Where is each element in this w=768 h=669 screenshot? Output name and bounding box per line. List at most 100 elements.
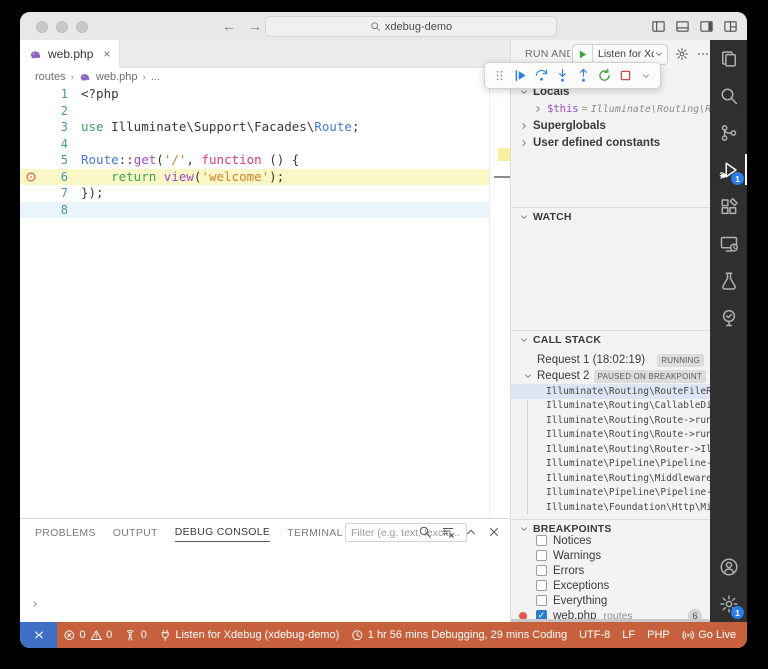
- close-panel-icon[interactable]: [487, 525, 501, 539]
- stack-frame[interactable]: Illuminate\Routing\Route->runR: [511, 428, 710, 443]
- status-language-mode[interactable]: PHP: [641, 629, 676, 641]
- code-line-1[interactable]: 1<?php: [20, 86, 490, 103]
- status-problems[interactable]: 00: [57, 629, 118, 642]
- launch-config-label[interactable]: Listen for Xd: [593, 48, 654, 60]
- breakpoint-gutter[interactable]: [20, 171, 42, 183]
- breadcrumb-symbol[interactable]: ...: [151, 71, 160, 83]
- code-line-5[interactable]: 5Route::get('/', function () {: [20, 152, 490, 169]
- activity-explorer[interactable]: [710, 40, 747, 77]
- breadcrumb[interactable]: routes › web.php › ...: [20, 68, 510, 86]
- user-constants-row[interactable]: User defined constants: [511, 135, 710, 151]
- debug-session-row[interactable]: Request 1 (18:02:19) RUNNING: [511, 352, 710, 368]
- breakpoint-checkbox[interactable]: [536, 595, 547, 606]
- call-stack-section-header[interactable]: CALL STACK: [511, 331, 710, 348]
- stack-frame[interactable]: Illuminate\Foundation\Http\Middlewar: [511, 500, 710, 515]
- code-editor[interactable]: 1<?php23use Illuminate\Support\Facades\R…: [20, 86, 490, 518]
- debug-session-row[interactable]: Request 2 (18:... PAUSED ON BREAKPOINT: [511, 368, 710, 384]
- stack-frame[interactable]: Illuminate\Pipeline\Pipeline->Illumi: [511, 457, 710, 472]
- watch-section-header[interactable]: WATCH: [511, 208, 710, 225]
- clear-console-icon[interactable]: [441, 525, 455, 539]
- gear-icon[interactable]: [675, 47, 689, 61]
- status-ports[interactable]: 0: [118, 629, 153, 642]
- status-time-tracker[interactable]: 1 hr 56 mins Debugging, 29 mins Coding: [345, 629, 573, 642]
- activity-bar: 11: [710, 40, 747, 622]
- chevron-down-icon: [519, 335, 529, 345]
- panel-tab-terminal[interactable]: TERMINAL: [287, 522, 343, 542]
- overview-ruler-cursor: [494, 176, 510, 178]
- tab-web-php[interactable]: web.php ×: [20, 40, 120, 68]
- stack-frame[interactable]: Illuminate\Routing\Router->Illuminat: [511, 442, 710, 457]
- breakpoint-checkbox[interactable]: [536, 565, 547, 576]
- activity-search[interactable]: [710, 77, 747, 114]
- start-debug-icon[interactable]: [577, 49, 588, 60]
- stack-frame[interactable]: Illuminate\Routing\Middleware\Substi: [511, 471, 710, 486]
- activity-run-and-debug[interactable]: 1: [710, 151, 747, 188]
- maximize-panel-icon[interactable]: [464, 525, 478, 539]
- status-debug-listen[interactable]: Listen for Xdebug (xdebug-demo): [153, 629, 345, 642]
- breakpoint-item-errors[interactable]: Errors: [511, 563, 710, 578]
- layout-sidebar-left-icon[interactable]: [651, 19, 666, 34]
- step-into-button[interactable]: [553, 67, 571, 85]
- restart-button[interactable]: [595, 67, 613, 85]
- activity-todo-tree[interactable]: [710, 299, 747, 336]
- clock-icon: [351, 629, 364, 642]
- chevron-down-icon: [519, 524, 529, 534]
- line-number: 2: [42, 103, 68, 120]
- history-forward-button[interactable]: →: [248, 18, 262, 34]
- breadcrumb-folder[interactable]: routes: [35, 71, 66, 83]
- step-over-button[interactable]: [532, 67, 550, 85]
- stack-frame[interactable]: Illuminate\Routing\RouteFileRegistra: [511, 384, 710, 399]
- code-line-6[interactable]: 6 return view('welcome');: [20, 169, 490, 186]
- panel-tab-problems[interactable]: PROBLEMS: [35, 522, 96, 542]
- console-prompt[interactable]: ›: [31, 597, 39, 612]
- minimize-window-button[interactable]: [56, 21, 68, 33]
- code-line-2[interactable]: 2: [20, 103, 490, 120]
- breakpoint-checkbox[interactable]: [536, 580, 547, 591]
- activity-extensions[interactable]: [710, 188, 747, 225]
- activity-testing[interactable]: [710, 262, 747, 299]
- history-back-button[interactable]: ←: [222, 18, 236, 34]
- drag-handle-button[interactable]: [490, 67, 508, 85]
- close-tab-icon[interactable]: ×: [103, 47, 110, 61]
- status-encoding[interactable]: UTF-8: [573, 629, 616, 641]
- code-line-8[interactable]: 8: [20, 202, 490, 219]
- status-phpfmt[interactable]: phpfmt: [742, 629, 747, 642]
- stack-frame[interactable]: Illuminate\Pipeline\Pipeline->Illumi: [511, 486, 710, 501]
- breakpoint-item-exceptions[interactable]: Exceptions: [511, 578, 710, 593]
- breakpoint-item-notices[interactable]: Notices: [511, 533, 710, 548]
- superglobals-row[interactable]: Superglobals: [511, 118, 710, 134]
- stop-options-button[interactable]: [637, 67, 655, 85]
- status-end-of-line[interactable]: LF: [616, 629, 641, 641]
- stack-frame[interactable]: Illuminate\Routing\CallableDispatche: [511, 399, 710, 414]
- code-line-4[interactable]: 4: [20, 136, 490, 153]
- activity-source-control[interactable]: [710, 114, 747, 151]
- breakpoint-checkbox[interactable]: [536, 535, 547, 546]
- chevron-down-icon[interactable]: [654, 49, 664, 59]
- breakpoint-checkbox[interactable]: [536, 550, 547, 561]
- layout-customize-icon[interactable]: [723, 19, 738, 34]
- breakpoint-item-warnings[interactable]: Warnings: [511, 548, 710, 563]
- more-icon[interactable]: [696, 47, 710, 61]
- command-center-search[interactable]: xdebug-demo: [265, 16, 557, 37]
- layout-sidebar-right-icon[interactable]: [699, 19, 714, 34]
- step-out-button[interactable]: [574, 67, 592, 85]
- activity-manage[interactable]: 1: [710, 585, 747, 622]
- continue-button[interactable]: [511, 67, 529, 85]
- zoom-window-button[interactable]: [76, 21, 88, 33]
- panel-tab-debug-console[interactable]: DEBUG CONSOLE: [175, 521, 271, 542]
- find-icon[interactable]: [418, 525, 432, 539]
- variable-this-row[interactable]: $this = Illuminate\Routing\RouteFi...: [511, 101, 710, 117]
- panel-tab-output[interactable]: OUTPUT: [113, 522, 158, 542]
- stack-frame[interactable]: Illuminate\Routing\Route->runCallab: [511, 413, 710, 428]
- code-line-3[interactable]: 3use Illuminate\Support\Facades\Route;: [20, 119, 490, 136]
- status-go-live[interactable]: Go Live: [676, 629, 742, 642]
- code-line-7[interactable]: 7});: [20, 185, 490, 202]
- stop-button[interactable]: [616, 67, 634, 85]
- layout-panel-bottom-icon[interactable]: [675, 19, 690, 34]
- remote-indicator[interactable]: [20, 622, 57, 648]
- breakpoint-item-everything[interactable]: Everything: [511, 593, 710, 608]
- activity-remote-explorer[interactable]: [710, 225, 747, 262]
- activity-accounts[interactable]: [710, 548, 747, 585]
- close-window-button[interactable]: [36, 21, 48, 33]
- breadcrumb-file[interactable]: web.php: [96, 71, 138, 83]
